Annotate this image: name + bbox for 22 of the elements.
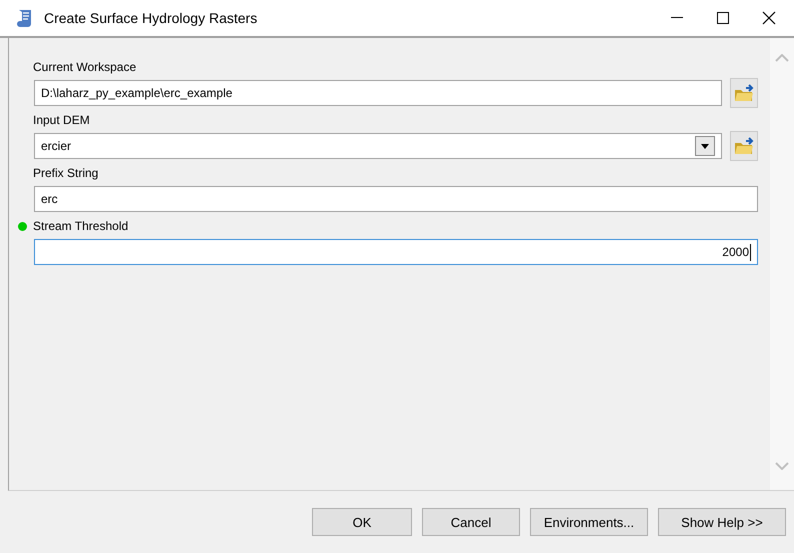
folder-icon: [734, 84, 754, 102]
dialog-button[interactable]: OK: [312, 508, 412, 536]
field-label: Input DEM: [33, 113, 90, 127]
close-icon[interactable]: [762, 11, 776, 25]
input-field[interactable]: 2000: [34, 239, 758, 265]
browse-button[interactable]: [730, 78, 758, 108]
window-title: Create Surface Hydrology Rasters: [44, 10, 258, 26]
field-label: Prefix String: [33, 166, 98, 180]
minimize-icon[interactable]: [671, 17, 683, 19]
folder-icon: [734, 137, 754, 155]
dialog-button[interactable]: Cancel: [422, 508, 520, 536]
field-label: Stream Threshold: [33, 219, 128, 233]
browse-button[interactable]: [730, 131, 758, 161]
dropdown-field[interactable]: ercier: [34, 133, 722, 159]
input-field[interactable]: D:\laharz_py_example\erc_example: [34, 80, 722, 106]
scroll-icon: [16, 8, 34, 28]
dialog-button[interactable]: Environments...: [530, 508, 648, 536]
maximize-icon[interactable]: [717, 12, 729, 24]
input-field[interactable]: erc: [34, 186, 758, 212]
caret-icon: [701, 144, 709, 148]
dialog-button[interactable]: Show Help >>: [658, 508, 786, 536]
field-label: Current Workspace: [33, 60, 136, 74]
